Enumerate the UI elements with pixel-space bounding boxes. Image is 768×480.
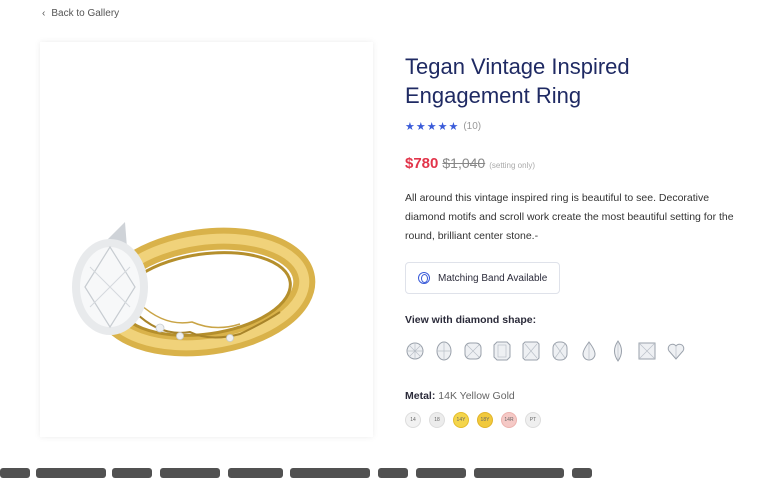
princess-shape-icon[interactable] (637, 340, 657, 362)
diamond-shape-heading: View with diamond shape: (405, 314, 537, 326)
chevron-left-icon: ‹ (42, 8, 46, 19)
product-description: All around this vintage inspired ring is… (405, 192, 734, 242)
diamond-shape-list (405, 340, 750, 362)
metal-option-14k-white[interactable]: 14 (405, 412, 421, 428)
price-note: (setting only) (489, 161, 535, 170)
metal-selection-label: Metal: 14K Yellow Gold (405, 390, 750, 402)
sale-price: $780 (405, 155, 439, 172)
ring-image (72, 222, 316, 357)
review-count: (10) (463, 121, 482, 132)
radiant-shape-icon[interactable] (521, 340, 541, 362)
price-row: $780 $1,040 (setting only) (405, 155, 750, 172)
metal-option-18k-yellow[interactable]: 18Y (477, 412, 493, 428)
marquise-shape-icon[interactable] (608, 340, 628, 362)
product-details: Tegan Vintage Inspired Engagement Ring ★… (405, 52, 750, 428)
original-price: $1,040 (442, 155, 486, 171)
metal-option-18k-white[interactable]: 18 (429, 412, 445, 428)
matching-band-button[interactable]: Matching Band Available (405, 262, 561, 294)
product-title: Tegan Vintage Inspired Engagement Ring (405, 54, 630, 108)
product-rating[interactable]: ★★★★★ (10) (405, 120, 750, 133)
metal-options: 14 18 14Y 18Y 14R PT (405, 412, 750, 428)
cushion-shape-icon[interactable] (463, 340, 483, 362)
oval-shape-icon[interactable] (434, 340, 454, 362)
metal-label: Metal: (405, 390, 436, 402)
matching-band-label: Matching Band Available (438, 272, 548, 284)
elongated-cushion-shape-icon[interactable] (550, 340, 570, 362)
pear-shape-icon[interactable] (579, 340, 599, 362)
metal-value: 14K Yellow Gold (438, 390, 515, 402)
back-to-gallery-link[interactable]: ‹ Back to Gallery (42, 8, 119, 19)
ring-icon (418, 272, 430, 284)
back-link-label: Back to Gallery (51, 8, 120, 19)
blurred-footer-text (0, 462, 768, 480)
star-rating-icon: ★★★★★ (405, 121, 460, 133)
heart-shape-icon[interactable] (666, 340, 686, 362)
metal-option-14k-rose[interactable]: 14R (501, 412, 517, 428)
metal-option-platinum[interactable]: PT (525, 412, 541, 428)
product-image-card (40, 42, 373, 437)
metal-option-14k-yellow[interactable]: 14Y (453, 412, 469, 428)
emerald-shape-icon[interactable] (492, 340, 512, 362)
round-shape-icon[interactable] (405, 340, 425, 362)
